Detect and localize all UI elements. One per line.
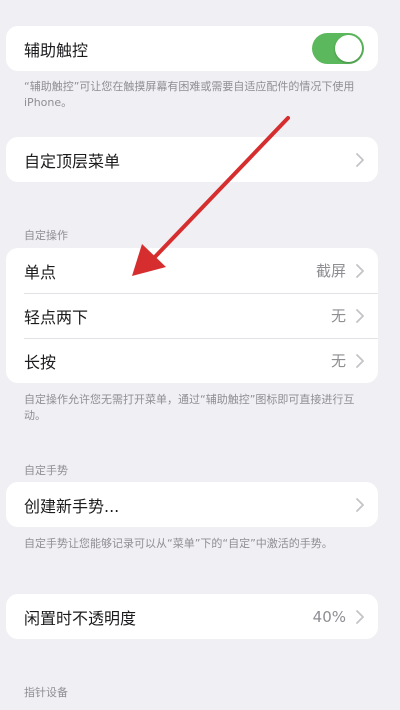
action-value: 无 <box>330 307 346 325</box>
top-menu-label: 自定顶层菜单 <box>24 151 121 171</box>
custom-actions-group: 单点 截屏 轻点两下 无 长按 无 <box>6 248 378 383</box>
chevron-right-icon <box>356 497 364 512</box>
action-label: 长按 <box>24 352 57 372</box>
custom-actions-note: 自定操作允许您无需打开菜单，通过“辅助触控”图标即可直接进行互动。 <box>24 393 355 422</box>
create-gesture-label: 创建新手势... <box>24 496 120 516</box>
idle-opacity-row[interactable]: 闲置时不透明度 40% <box>6 594 378 639</box>
idle-opacity-group: 闲置时不透明度 40% <box>6 594 378 639</box>
custom-actions-header: 自定操作 <box>24 229 68 242</box>
create-gesture-row[interactable]: 创建新手势... <box>6 482 378 527</box>
toggle-knob <box>335 35 362 62</box>
assistive-touch-group: 辅助触控 <box>6 26 378 71</box>
action-value: 截屏 <box>315 262 346 280</box>
assistive-touch-note: “辅助触控”可让您在触摸屏幕有困难或需要自适应配件的情况下使用iPhone。 <box>24 80 355 109</box>
custom-gestures-group: 创建新手势... <box>6 482 378 527</box>
custom-gestures-note: 自定手势让您能够记录可以从“菜单”下的“自定”中激活的手势。 <box>24 537 333 550</box>
assistive-touch-row[interactable]: 辅助触控 <box>6 26 378 71</box>
chevron-right-icon <box>356 263 364 278</box>
assistive-touch-toggle[interactable] <box>312 33 364 64</box>
top-menu-group: 自定顶层菜单 <box>6 137 378 182</box>
action-row-single-tap[interactable]: 单点 截屏 <box>6 248 378 293</box>
pointer-devices-header: 指针设备 <box>24 686 68 699</box>
assistive-touch-label: 辅助触控 <box>24 40 89 60</box>
action-label: 单点 <box>24 262 57 282</box>
chevron-right-icon <box>356 308 364 323</box>
action-label: 轻点两下 <box>24 307 89 327</box>
idle-opacity-value: 40% <box>312 607 346 626</box>
action-row-long-press[interactable]: 长按 无 <box>6 338 378 383</box>
action-value: 无 <box>330 352 346 370</box>
idle-opacity-label: 闲置时不透明度 <box>24 608 137 628</box>
chevron-right-icon <box>356 353 364 368</box>
chevron-right-icon <box>356 609 364 624</box>
custom-gestures-header: 自定手势 <box>24 464 68 477</box>
chevron-right-icon <box>356 152 364 167</box>
top-menu-row[interactable]: 自定顶层菜单 <box>6 137 378 182</box>
action-row-double-tap[interactable]: 轻点两下 无 <box>6 293 378 338</box>
